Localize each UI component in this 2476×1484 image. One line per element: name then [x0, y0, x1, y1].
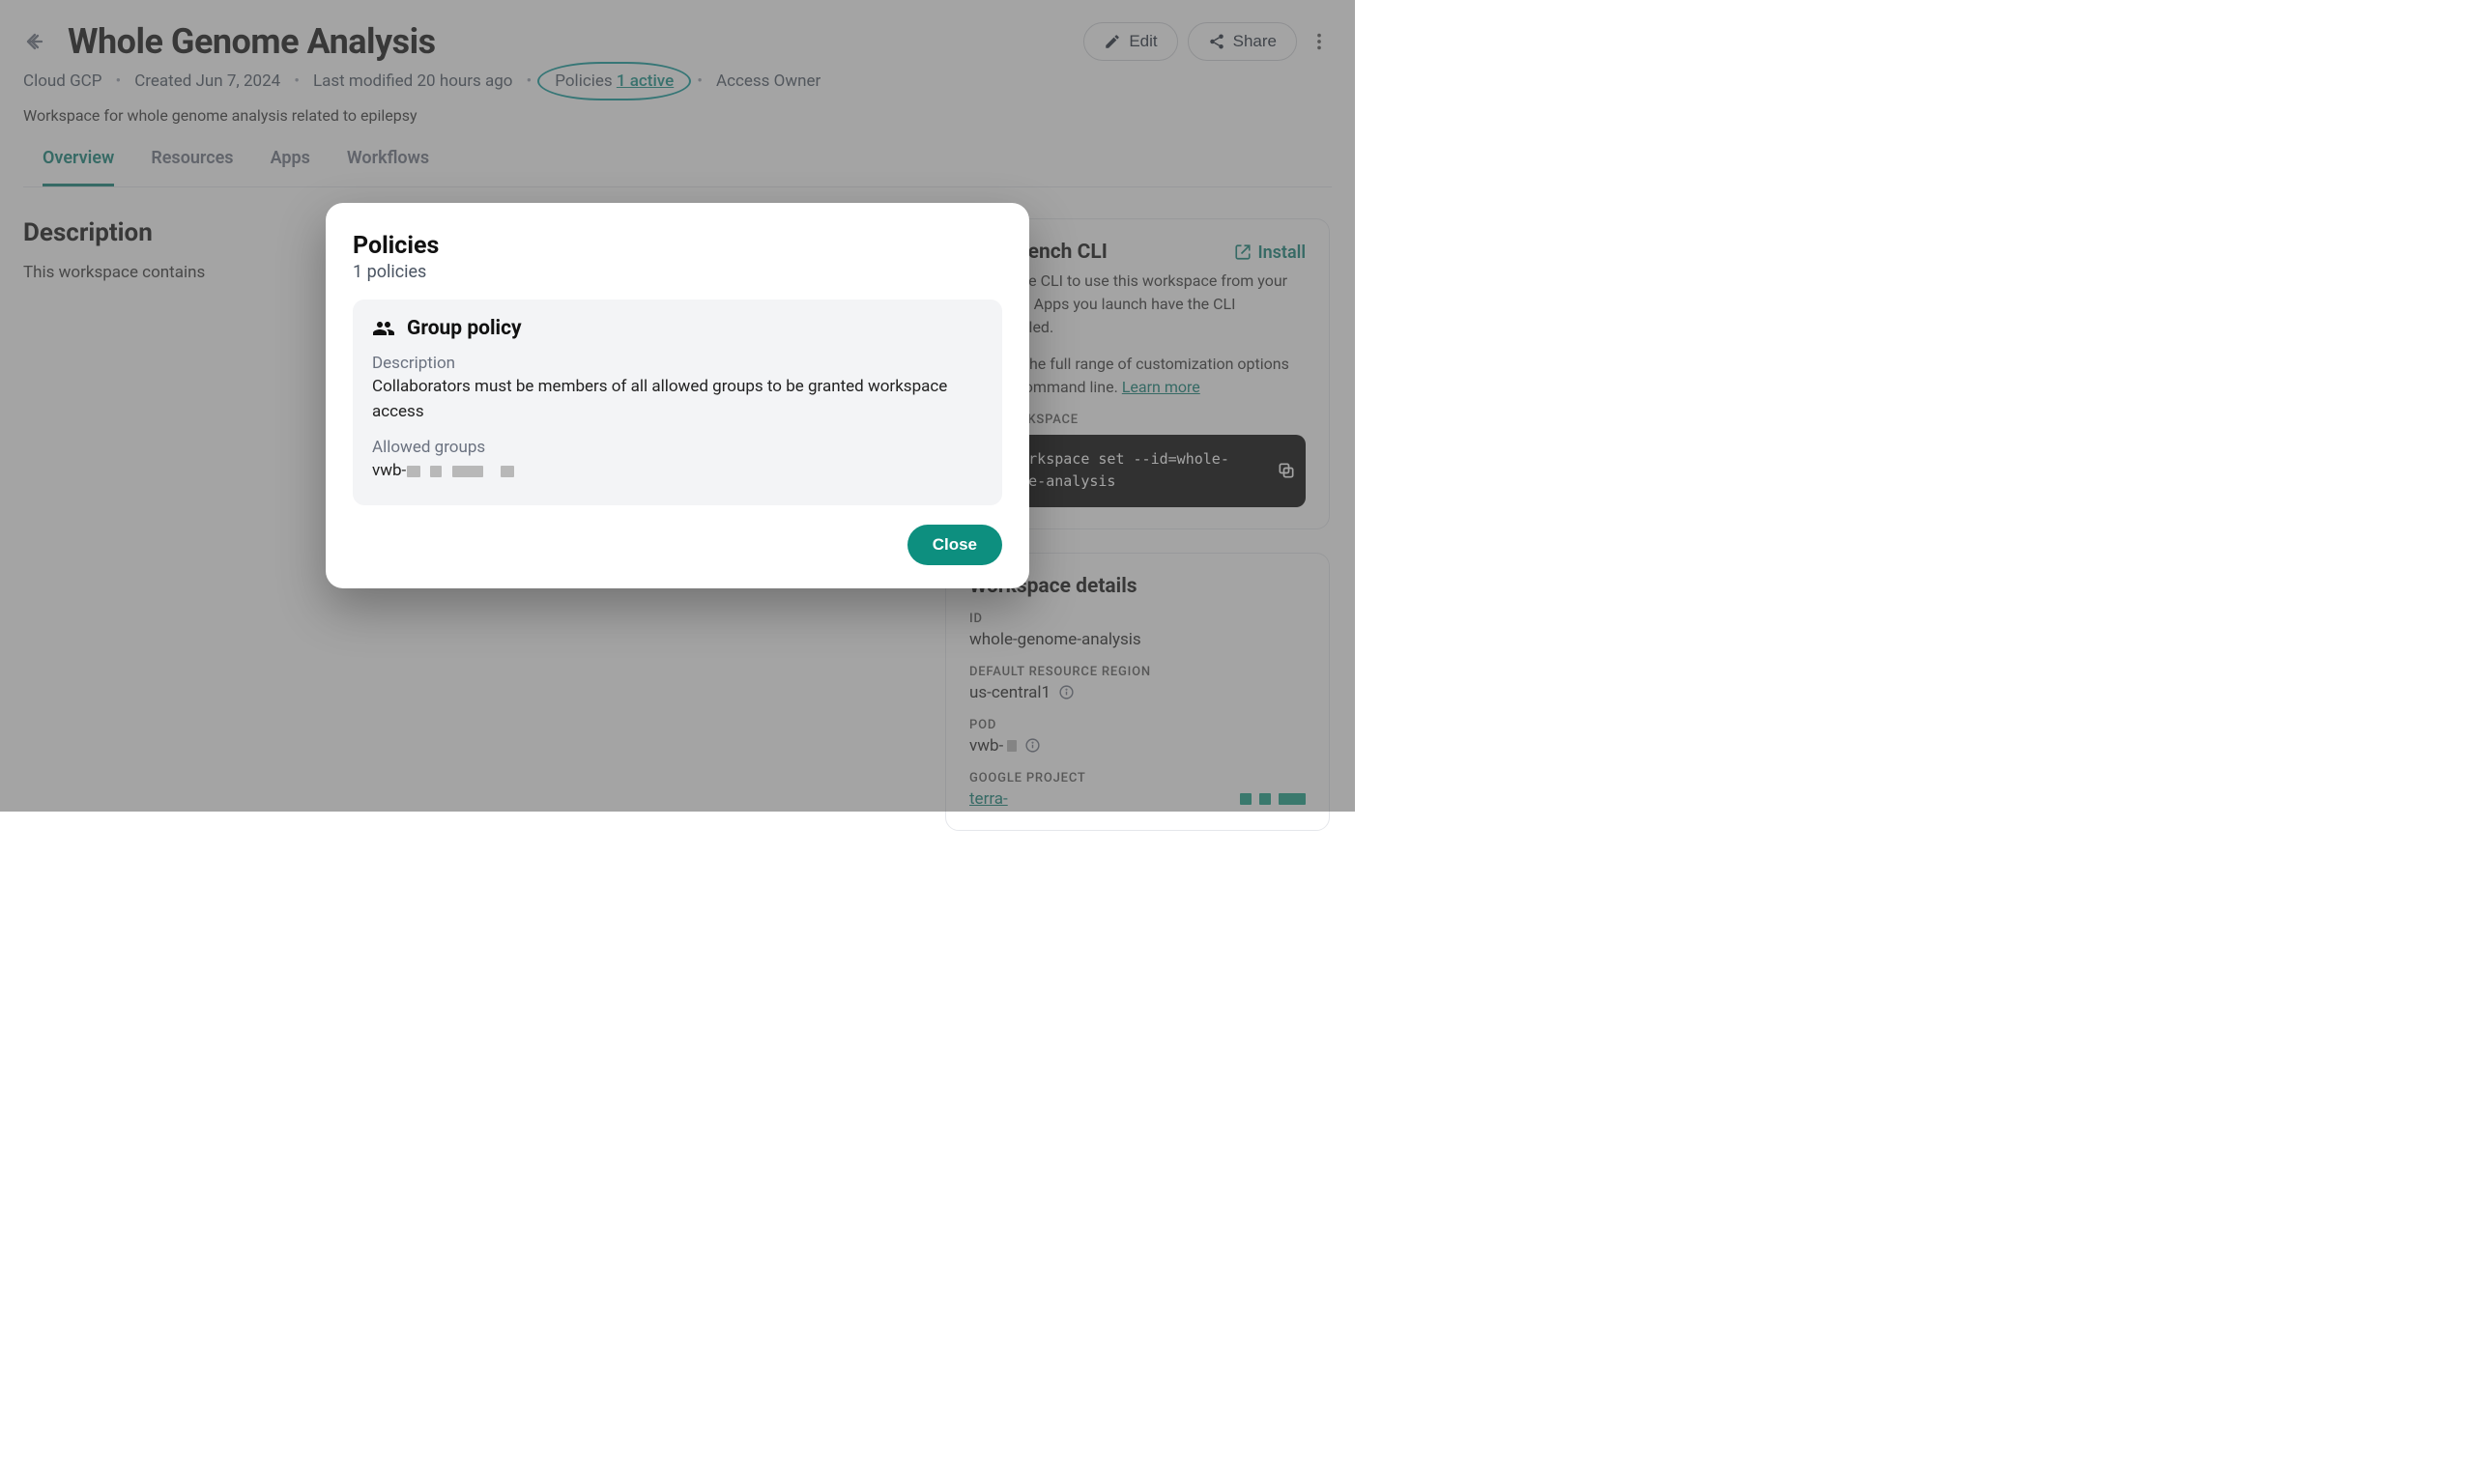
policy-card: Group policy Description Collaborators m…: [353, 300, 1002, 505]
group-icon: [372, 317, 395, 340]
policy-groups-value: vwb-: [372, 459, 983, 484]
policy-desc-label: Description: [372, 354, 983, 373]
policy-groups-label: Allowed groups: [372, 438, 983, 457]
policies-modal: Policies 1 policies Group policy Descrip…: [326, 203, 1029, 588]
modal-overlay[interactable]: Policies 1 policies Group policy Descrip…: [0, 0, 1355, 812]
modal-subtitle: 1 policies: [353, 262, 1002, 282]
policy-desc-value: Collaborators must be members of all all…: [372, 375, 983, 424]
policy-name: Group policy: [407, 317, 522, 340]
modal-title: Policies: [353, 232, 1002, 260]
close-button[interactable]: Close: [907, 525, 1002, 565]
